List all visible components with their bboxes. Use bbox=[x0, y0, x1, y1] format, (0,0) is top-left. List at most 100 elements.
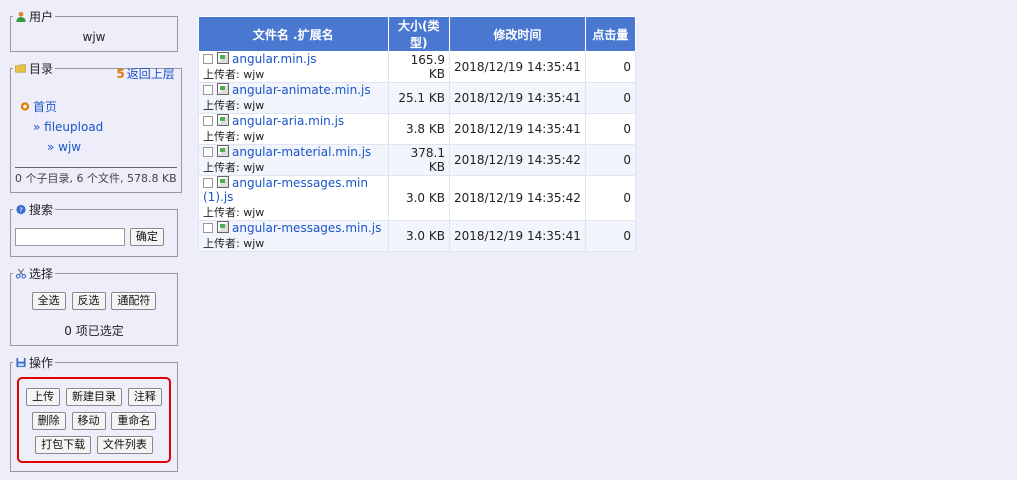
dir-link-fileupload[interactable]: » fileupload bbox=[33, 120, 103, 134]
search-box: ? 搜索 确定 bbox=[10, 201, 178, 257]
table-row: angular-messages.min (1).js 上传者: wjw 3.0… bbox=[198, 175, 637, 221]
search-legend: ? 搜索 bbox=[13, 201, 55, 218]
dir-item-home: 首页 bbox=[19, 97, 177, 117]
file-time: 2018/12/19 14:35:42 bbox=[448, 175, 586, 221]
file-clicks: 0 bbox=[584, 82, 637, 114]
directory-box: 目录 5 返回上层 首页 » fileupload » wjw 0 个子目录, 6… bbox=[10, 60, 182, 193]
file-name-cell: angular-material.min.js 上传者: wjw bbox=[198, 144, 389, 176]
file-time: 2018/12/19 14:35:42 bbox=[448, 144, 586, 176]
uploader-text: 上传者: wjw bbox=[203, 66, 384, 82]
search-confirm-button[interactable]: 确定 bbox=[129, 228, 164, 246]
wildcard-button[interactable]: 通配符 bbox=[111, 292, 157, 310]
operations-legend: 操作 bbox=[13, 354, 55, 371]
user-legend-label: 用户 bbox=[29, 10, 54, 24]
uploader-label: 上传者: bbox=[203, 237, 244, 250]
file-time: 2018/12/19 14:35:41 bbox=[448, 82, 586, 114]
file-link[interactable]: angular-material.min.js bbox=[232, 145, 371, 159]
file-size: 378.1 KB bbox=[387, 144, 450, 176]
row-checkbox[interactable] bbox=[203, 85, 213, 95]
file-size: 165.9 KB bbox=[387, 51, 450, 83]
file-size: 3.0 KB bbox=[387, 220, 450, 252]
file-list-button[interactable]: 文件列表 bbox=[96, 436, 153, 454]
select-legend: 选择 bbox=[13, 265, 55, 282]
floppy-icon bbox=[16, 357, 26, 368]
col-header-name[interactable]: 文件名 .扩展名 bbox=[198, 16, 389, 52]
table-row: angular.min.js 上传者: wjw 165.9 KB 2018/12… bbox=[198, 51, 637, 83]
uploader-label: 上传者: bbox=[203, 99, 244, 112]
delete-button[interactable]: 删除 bbox=[31, 412, 66, 430]
uploader-label: 上传者: bbox=[203, 206, 244, 219]
select-box: 选择 全选 反选 通配符 0 项已选定 bbox=[10, 265, 178, 346]
file-size: 25.1 KB bbox=[387, 82, 450, 114]
home-icon bbox=[20, 102, 30, 111]
rename-button[interactable]: 重命名 bbox=[111, 412, 157, 430]
uploader-text: 上传者: wjw bbox=[203, 235, 384, 251]
row-checkbox[interactable] bbox=[203, 54, 213, 64]
pack-download-button[interactable]: 打包下载 bbox=[35, 436, 92, 454]
table-row: angular-animate.min.js 上传者: wjw 25.1 KB … bbox=[198, 82, 637, 114]
go-up-label: 返回上层 bbox=[126, 67, 175, 81]
file-name-cell: angular-animate.min.js 上传者: wjw bbox=[198, 82, 389, 114]
col-header-clicks[interactable]: 点击量 bbox=[584, 16, 637, 52]
uploader-text: 上传者: wjw bbox=[203, 159, 384, 175]
col-header-time[interactable]: 修改时间 bbox=[448, 16, 586, 52]
file-clicks: 0 bbox=[584, 175, 637, 221]
file-link[interactable]: angular-animate.min.js bbox=[232, 83, 371, 97]
row-checkbox[interactable] bbox=[203, 178, 213, 188]
file-time: 2018/12/19 14:35:41 bbox=[448, 51, 586, 83]
file-link[interactable]: angular.min.js bbox=[232, 52, 317, 66]
file-name-cell: angular-aria.min.js 上传者: wjw bbox=[198, 113, 389, 145]
uploader-name: wjw bbox=[243, 237, 265, 250]
dir-item-wjw: » wjw bbox=[19, 137, 177, 157]
ops-row-1: 上传 新建目录 注释 bbox=[21, 385, 167, 409]
file-link[interactable]: angular-aria.min.js bbox=[232, 114, 344, 128]
dir-link-home[interactable]: 首页 bbox=[33, 100, 57, 114]
uploader-label: 上传者: bbox=[203, 68, 244, 81]
uploader-name: wjw bbox=[243, 99, 265, 112]
table-row: angular-messages.min.js 上传者: wjw 3.0 KB … bbox=[198, 220, 637, 252]
file-link[interactable]: angular-messages.min.js bbox=[232, 221, 381, 235]
dir-link-wjw[interactable]: » wjw bbox=[47, 140, 81, 154]
scissors-icon bbox=[15, 268, 27, 279]
uploader-label: 上传者: bbox=[203, 161, 244, 174]
go-up-link[interactable]: 5 返回上层 bbox=[116, 65, 174, 82]
new-folder-button[interactable]: 新建目录 bbox=[66, 388, 122, 406]
uploader-label: 上传者: bbox=[203, 130, 244, 143]
directory-legend-label: 目录 bbox=[29, 62, 54, 76]
directory-summary: 0 个子目录, 6 个文件, 578.8 KB bbox=[15, 172, 177, 185]
left-panel: 用户 wjw 目录 5 返回上层 首页 » fileupload » wjw 0… bbox=[10, 8, 182, 480]
directory-legend: 目录 bbox=[13, 60, 55, 77]
select-legend-label: 选择 bbox=[29, 267, 54, 281]
table-header-row: 文件名 .扩展名 大小(类型) 修改时间 点击量 bbox=[198, 16, 637, 52]
user-legend: 用户 bbox=[13, 8, 55, 25]
row-checkbox[interactable] bbox=[203, 147, 213, 157]
file-clicks: 0 bbox=[584, 113, 637, 145]
file-time: 2018/12/19 14:35:41 bbox=[448, 113, 586, 145]
file-size: 3.0 KB bbox=[387, 175, 450, 221]
row-checkbox[interactable] bbox=[203, 223, 213, 233]
upload-button[interactable]: 上传 bbox=[26, 388, 61, 406]
operations-box: 操作 上传 新建目录 注释 删除 移动 重命名 打包下载 文件列表 bbox=[10, 354, 178, 472]
user-name: wjw bbox=[82, 30, 106, 44]
file-name-cell: angular-messages.min.js 上传者: wjw bbox=[198, 220, 389, 252]
invert-selection-button[interactable]: 反选 bbox=[71, 292, 106, 310]
search-input[interactable] bbox=[15, 227, 125, 246]
divider bbox=[15, 167, 177, 168]
comment-button[interactable]: 注释 bbox=[127, 388, 162, 406]
file-size: 3.8 KB bbox=[387, 113, 450, 145]
select-buttons: 全选 反选 通配符 bbox=[15, 284, 173, 316]
table-row: angular-aria.min.js 上传者: wjw 3.8 KB 2018… bbox=[198, 113, 637, 145]
file-icon bbox=[217, 145, 229, 157]
file-name-cell: angular-messages.min (1).js 上传者: wjw bbox=[198, 175, 389, 221]
ops-row-2: 删除 移动 重命名 bbox=[21, 409, 167, 433]
select-all-button[interactable]: 全选 bbox=[31, 292, 66, 310]
search-legend-label: 搜索 bbox=[29, 203, 54, 217]
user-icon bbox=[16, 11, 26, 22]
file-time: 2018/12/19 14:35:41 bbox=[448, 220, 586, 252]
search-row: 确定 bbox=[15, 220, 173, 250]
col-header-size[interactable]: 大小(类型) bbox=[387, 16, 450, 52]
svg-text:?: ? bbox=[19, 205, 23, 214]
row-checkbox[interactable] bbox=[203, 116, 213, 126]
file-icon bbox=[217, 221, 229, 233]
move-button[interactable]: 移动 bbox=[71, 412, 106, 430]
